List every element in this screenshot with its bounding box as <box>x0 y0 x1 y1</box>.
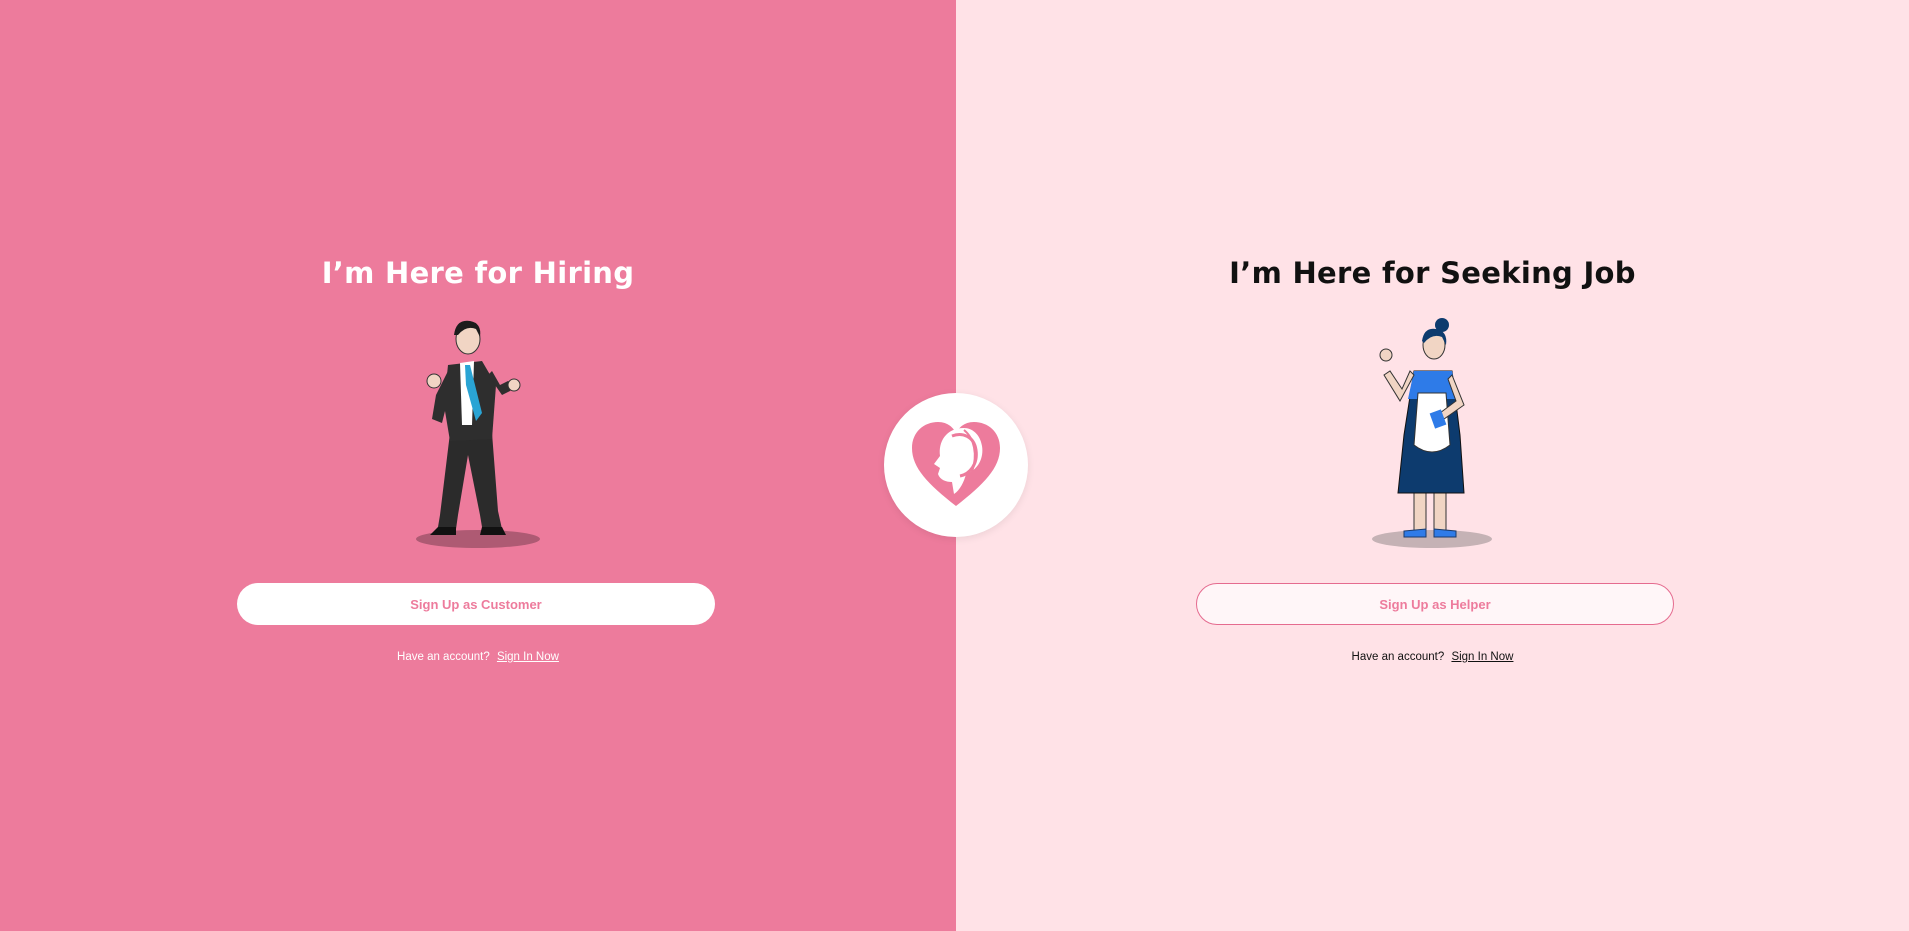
signup-helper-button[interactable]: Sign Up as Helper <box>1196 583 1674 625</box>
hiring-title: I’m Here for Hiring <box>321 256 635 290</box>
hiring-signin-row: Have an account? Sign In Now <box>0 651 956 663</box>
seeking-signin-link[interactable]: Sign In Now <box>1451 651 1513 663</box>
heart-woman-logo-icon <box>912 422 1000 506</box>
have-account-text: Have an account? <box>397 651 490 663</box>
brand-logo <box>884 393 1028 537</box>
hiring-signin-link[interactable]: Sign In Now <box>497 651 559 663</box>
maid-illustration <box>1372 318 1492 548</box>
seeking-title: I’m Here for Seeking Job <box>1229 256 1636 290</box>
hiring-panel: I’m Here for Hiring Sign Up as Customer … <box>0 0 956 931</box>
signup-customer-button[interactable]: Sign Up as Customer <box>237 583 715 625</box>
have-account-text: Have an account? <box>1351 651 1445 663</box>
seeking-signin-row: Have an account? Sign In Now <box>956 651 1909 663</box>
businessman-illustration <box>416 320 540 548</box>
seeking-panel: I’m Here for Seeking Job Sign Up as Help… <box>956 0 1909 931</box>
